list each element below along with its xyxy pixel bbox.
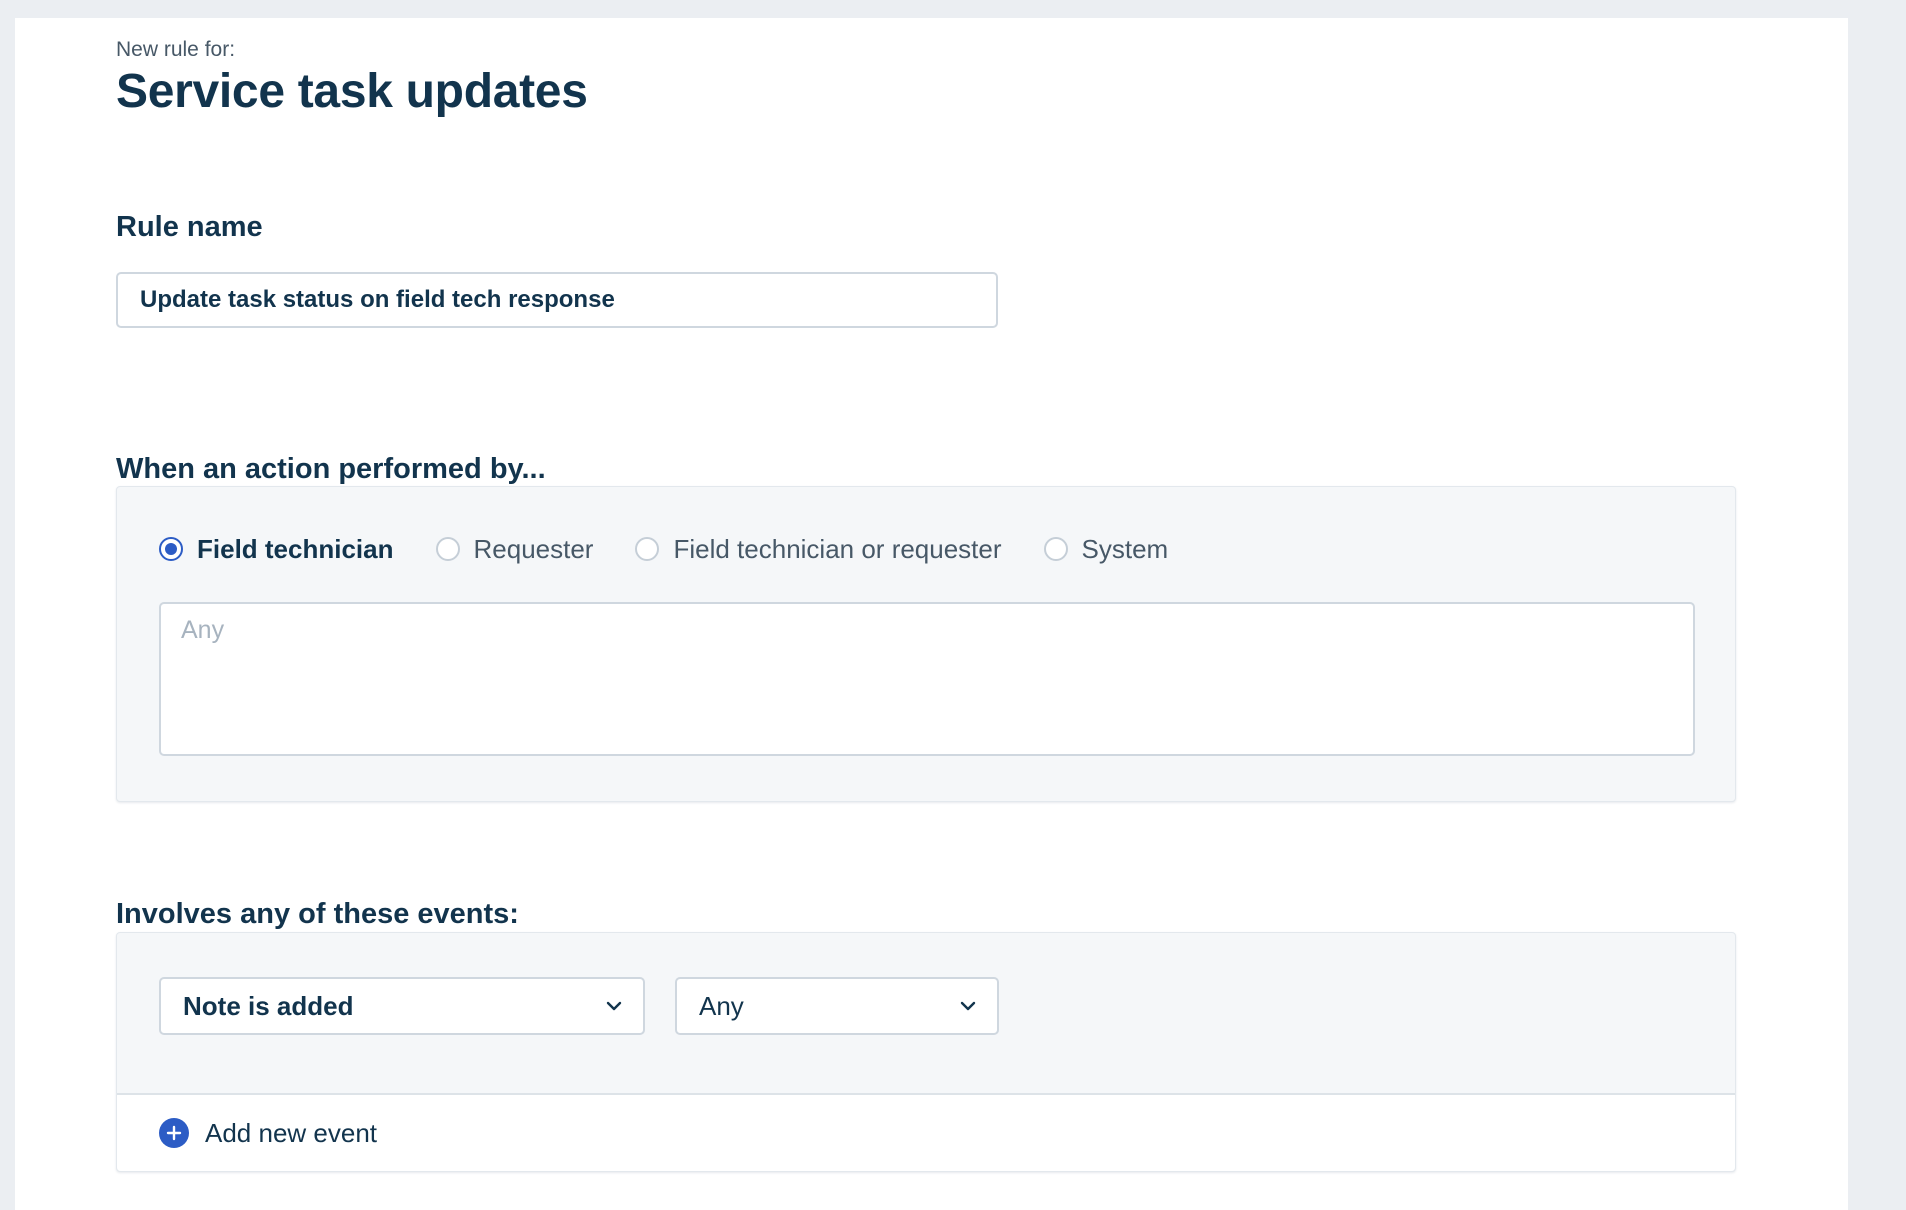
radio-option-requester[interactable]: Requester xyxy=(435,533,594,565)
events-panel: Note is added Any Add new event xyxy=(116,932,1736,1172)
actor-filter-field[interactable]: Any xyxy=(159,602,1695,756)
radio-label: Field technician xyxy=(197,533,394,564)
rule-name-value: Update task status on field tech respons… xyxy=(140,286,615,313)
events-section-label: Involves any of these events: xyxy=(116,898,519,930)
radio-unchecked-icon xyxy=(435,537,460,561)
add-new-event-button[interactable]: Add new event xyxy=(159,1118,377,1149)
page-subtitle: New rule for: xyxy=(116,38,236,61)
rule-name-label: Rule name xyxy=(116,211,263,243)
page-title: Service task updates xyxy=(116,65,588,118)
radio-label: Requester xyxy=(473,533,594,564)
radio-checked-icon xyxy=(159,537,183,561)
event-type-select[interactable]: Note is added xyxy=(159,977,645,1035)
radio-unchecked-icon xyxy=(635,537,660,561)
rule-form-page: New rule for: Service task updates Rule … xyxy=(15,18,1848,1210)
plus-circle-icon xyxy=(159,1118,189,1148)
actor-filter-placeholder: Any xyxy=(181,616,225,644)
actor-section-label: When an action performed by... xyxy=(116,453,546,485)
rule-name-input[interactable]: Update task status on field tech respons… xyxy=(116,272,998,328)
radio-label: Field technician or requester xyxy=(673,533,1002,564)
add-new-event-label: Add new event xyxy=(205,1117,378,1148)
radio-option-system[interactable]: System xyxy=(1043,533,1169,565)
chevron-down-icon xyxy=(606,1001,622,1011)
actor-radio-group: Field technician Requester Field technic… xyxy=(159,531,1210,567)
event-qualifier-select[interactable]: Any xyxy=(675,977,999,1035)
event-qualifier-value: Any xyxy=(699,990,744,1021)
radio-unchecked-icon xyxy=(1043,537,1068,561)
add-event-row: Add new event xyxy=(117,1093,1735,1171)
radio-option-field-technician-or-requester[interactable]: Field technician or requester xyxy=(635,533,1002,565)
chevron-down-icon xyxy=(960,1001,976,1011)
radio-option-field-technician[interactable]: Field technician xyxy=(159,534,394,565)
actor-panel: Field technician Requester Field technic… xyxy=(116,486,1736,802)
event-type-value: Note is added xyxy=(183,990,354,1021)
radio-label: System xyxy=(1081,533,1169,564)
